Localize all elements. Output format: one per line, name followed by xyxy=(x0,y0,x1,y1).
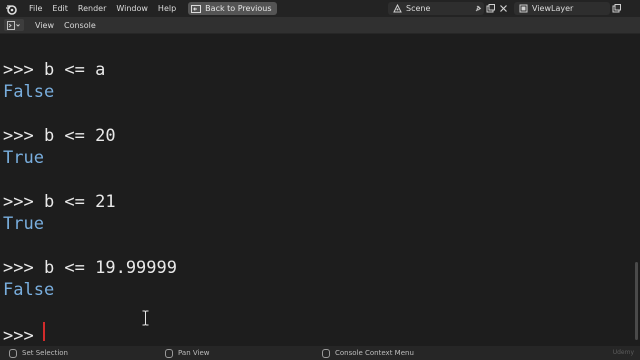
new-view-layer-icon[interactable] xyxy=(610,2,623,15)
menu-file[interactable]: File xyxy=(24,4,47,13)
editor-type-selector[interactable] xyxy=(4,19,24,31)
scene-icon xyxy=(392,4,402,14)
view-layer-name: ViewLayer xyxy=(532,4,574,13)
mouse-right-icon xyxy=(322,348,330,358)
status-pan-view: Pan View xyxy=(165,346,209,360)
ibeam-cursor-icon xyxy=(142,310,149,326)
console-prompt[interactable]: >>> xyxy=(3,326,44,346)
mouse-left-icon xyxy=(9,348,17,358)
python-console-area[interactable]: >>> b <= a False >>> b <= 20 True >>> b … xyxy=(0,34,640,346)
status-context-menu: Console Context Menu xyxy=(322,346,414,360)
console-result-line: True xyxy=(3,148,44,168)
console-command-line: >>> b <= 21 xyxy=(3,192,116,212)
console-command-line: >>> b <= a xyxy=(3,60,106,80)
console-scrollbar[interactable] xyxy=(635,262,638,340)
menu-console[interactable]: Console xyxy=(59,21,101,30)
console-editor-header: View Console xyxy=(0,17,640,34)
view-layer-icon xyxy=(518,4,528,14)
back-to-previous-label: Back to Previous xyxy=(205,4,272,13)
console-result-line: False xyxy=(3,82,55,102)
set-selection-label: Set Selection xyxy=(22,349,68,357)
console-result-line: False xyxy=(3,280,55,300)
view-layer-selector[interactable]: ViewLayer xyxy=(514,2,610,15)
back-arrow-icon xyxy=(191,4,202,13)
top-bar: File Edit Render Window Help Back to Pre… xyxy=(0,0,640,17)
text-caret xyxy=(43,322,45,341)
console-command-line: >>> b <= 20 xyxy=(3,126,116,146)
status-bar: Set Selection Pan View Console Context M… xyxy=(0,346,640,360)
pin-icon[interactable] xyxy=(471,2,484,15)
menu-render[interactable]: Render xyxy=(73,4,111,13)
scene-selector-group: Scene ViewLayer xyxy=(388,2,623,15)
mouse-middle-icon xyxy=(165,348,173,358)
pan-view-label: Pan View xyxy=(178,349,210,357)
console-result-line: True xyxy=(3,214,44,234)
scene-selector[interactable]: Scene xyxy=(388,2,484,15)
menu-help[interactable]: Help xyxy=(153,4,181,13)
new-scene-icon[interactable] xyxy=(484,2,497,15)
blender-logo-icon[interactable] xyxy=(5,3,17,15)
console-command-line: >>> b <= 19.99999 xyxy=(3,258,177,278)
delete-scene-icon[interactable] xyxy=(497,2,510,15)
scene-name: Scene xyxy=(406,4,431,13)
menu-edit[interactable]: Edit xyxy=(47,4,73,13)
python-console-icon xyxy=(7,20,20,30)
menu-view[interactable]: View xyxy=(30,21,59,30)
udemy-watermark: Udemy xyxy=(612,349,634,356)
status-set-selection: Set Selection xyxy=(9,346,68,360)
menu-window[interactable]: Window xyxy=(111,4,153,13)
back-to-previous-button[interactable]: Back to Previous xyxy=(188,2,277,15)
context-menu-label: Console Context Menu xyxy=(335,349,414,357)
